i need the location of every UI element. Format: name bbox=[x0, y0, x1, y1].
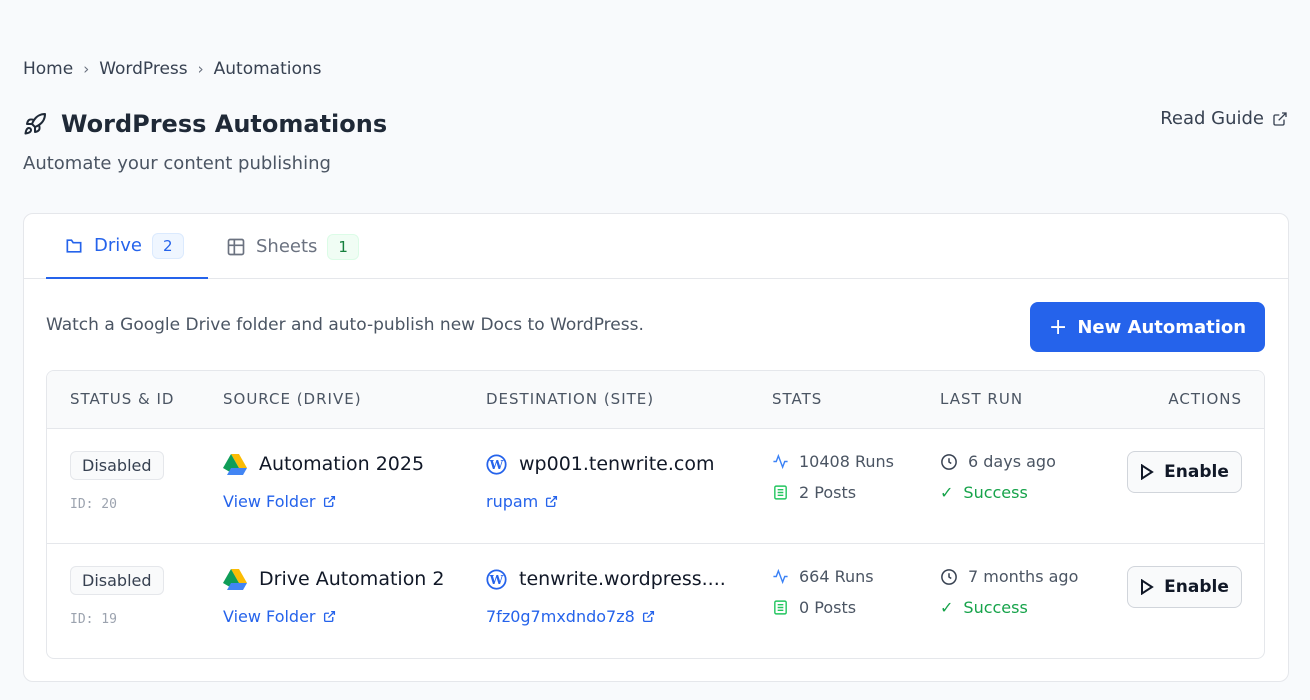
page-subtitle: Automate your content publishing bbox=[23, 153, 331, 174]
last-run-time: 7 months ago bbox=[968, 567, 1079, 586]
read-guide-label: Read Guide bbox=[1160, 108, 1264, 129]
source-name: Drive Automation 2 bbox=[223, 568, 444, 590]
google-drive-icon bbox=[223, 568, 247, 590]
posts-count: 2 Posts bbox=[799, 483, 857, 502]
tab-drive-label: Drive bbox=[94, 235, 142, 256]
column-status: STATUS & ID bbox=[70, 390, 175, 408]
table-icon bbox=[227, 238, 245, 255]
automation-id: ID: 20 bbox=[70, 497, 117, 512]
tab-sheets-count: 1 bbox=[327, 233, 359, 260]
table-header: STATUS & ID SOURCE (DRIVE) DESTINATION (… bbox=[47, 371, 1264, 429]
last-run: 6 days ago bbox=[940, 452, 1056, 471]
source-name-text: Drive Automation 2 bbox=[259, 568, 445, 590]
clock-icon bbox=[941, 568, 957, 585]
tab-drive-count: 2 bbox=[152, 232, 184, 259]
column-last-run: LAST RUN bbox=[940, 390, 1024, 408]
wordpress-icon: W bbox=[486, 568, 507, 590]
enable-button[interactable]: Enable bbox=[1127, 451, 1242, 493]
breadcrumb-automations: Automations bbox=[213, 59, 322, 79]
enable-button[interactable]: Enable bbox=[1127, 566, 1242, 608]
source-name-text: Automation 2025 bbox=[259, 453, 425, 475]
svg-text:W: W bbox=[489, 456, 504, 471]
new-automation-button[interactable]: + New Automation bbox=[1030, 302, 1265, 352]
runs-stat: 664 Runs bbox=[772, 567, 874, 586]
plus-icon: + bbox=[1048, 314, 1068, 340]
wordpress-icon: W bbox=[486, 453, 507, 475]
column-stats: STATS bbox=[772, 390, 823, 408]
rocket-icon bbox=[24, 112, 46, 135]
table-row: Disabled ID: 20 Automation 2025 View Fol… bbox=[47, 429, 1264, 544]
posts-stat: 2 Posts bbox=[772, 483, 856, 502]
play-icon bbox=[1141, 464, 1154, 480]
activity-icon bbox=[773, 453, 788, 470]
activity-icon bbox=[773, 568, 788, 585]
tab-sheets[interactable]: Sheets 1 bbox=[208, 214, 377, 279]
site-user-label: 7fz0g7mxdndo7z8 bbox=[486, 607, 635, 626]
tab-sheets-label: Sheets bbox=[256, 236, 318, 257]
automations-card: Drive 2 Sheets 1 Watch a Google Drive fo… bbox=[23, 213, 1289, 682]
external-link-icon bbox=[323, 610, 335, 623]
google-drive-icon bbox=[223, 453, 247, 475]
chevron-right-icon: › bbox=[197, 60, 204, 78]
external-link-icon bbox=[642, 610, 654, 623]
posts-count: 0 Posts bbox=[799, 598, 857, 617]
check-icon: ✓ bbox=[940, 598, 954, 617]
page-title-text: WordPress Automations bbox=[61, 110, 388, 138]
site-name: W wp001.tenwrite.com bbox=[486, 453, 714, 475]
check-icon: ✓ bbox=[940, 483, 954, 502]
folder-icon bbox=[66, 238, 82, 253]
view-folder-label: View Folder bbox=[223, 492, 316, 511]
status-badge: Disabled bbox=[70, 566, 164, 595]
column-source: SOURCE (DRIVE) bbox=[223, 390, 362, 408]
last-run-time: 6 days ago bbox=[968, 452, 1056, 471]
view-folder-label: View Folder bbox=[223, 607, 316, 626]
source-name: Automation 2025 bbox=[223, 453, 424, 475]
table-row: Disabled ID: 19 Drive Automation 2 View … bbox=[47, 544, 1264, 658]
column-destination: DESTINATION (SITE) bbox=[486, 390, 655, 408]
page-title: WordPress Automations bbox=[23, 110, 387, 138]
breadcrumb-home[interactable]: Home bbox=[23, 59, 73, 79]
breadcrumb: Home › WordPress › Automations bbox=[23, 59, 322, 79]
tab-drive[interactable]: Drive 2 bbox=[46, 214, 208, 279]
new-automation-label: New Automation bbox=[1077, 316, 1247, 338]
document-icon bbox=[774, 600, 787, 615]
status-badge: Disabled bbox=[70, 451, 164, 480]
last-run: 7 months ago bbox=[940, 567, 1078, 586]
external-link-icon bbox=[1273, 111, 1287, 126]
chevron-right-icon: › bbox=[83, 60, 90, 78]
enable-label: Enable bbox=[1164, 462, 1229, 482]
enable-label: Enable bbox=[1164, 577, 1229, 597]
run-result: ✓ Success bbox=[940, 598, 1028, 617]
site-user-link[interactable]: 7fz0g7mxdndo7z8 bbox=[486, 607, 655, 626]
column-actions: ACTIONS bbox=[1168, 390, 1242, 408]
run-result-text: Success bbox=[963, 598, 1028, 617]
site-name: W tenwrite.wordpress.... bbox=[486, 568, 726, 590]
tab-description: Watch a Google Drive folder and auto-pub… bbox=[46, 315, 644, 335]
clock-icon bbox=[941, 453, 957, 470]
view-folder-link[interactable]: View Folder bbox=[223, 492, 336, 511]
tab-bar: Drive 2 Sheets 1 bbox=[24, 214, 1288, 279]
read-guide-link[interactable]: Read Guide bbox=[1160, 108, 1288, 129]
breadcrumb-wordpress[interactable]: WordPress bbox=[99, 59, 187, 79]
run-result: ✓ Success bbox=[940, 483, 1028, 502]
runs-count: 664 Runs bbox=[799, 567, 874, 586]
posts-stat: 0 Posts bbox=[772, 598, 856, 617]
external-link-icon bbox=[323, 495, 335, 508]
play-icon bbox=[1141, 579, 1154, 595]
automations-table: STATUS & ID SOURCE (DRIVE) DESTINATION (… bbox=[46, 370, 1265, 659]
automation-id: ID: 19 bbox=[70, 612, 117, 627]
site-name-text: tenwrite.wordpress.... bbox=[519, 568, 726, 590]
external-link-icon bbox=[546, 495, 558, 508]
document-icon bbox=[774, 485, 787, 500]
site-user-label: rupam bbox=[486, 492, 539, 511]
site-name-text: wp001.tenwrite.com bbox=[519, 453, 715, 475]
runs-stat: 10408 Runs bbox=[772, 452, 894, 471]
svg-text:W: W bbox=[489, 571, 504, 586]
view-folder-link[interactable]: View Folder bbox=[223, 607, 336, 626]
runs-count: 10408 Runs bbox=[799, 452, 894, 471]
site-user-link[interactable]: rupam bbox=[486, 492, 558, 511]
run-result-text: Success bbox=[963, 483, 1028, 502]
